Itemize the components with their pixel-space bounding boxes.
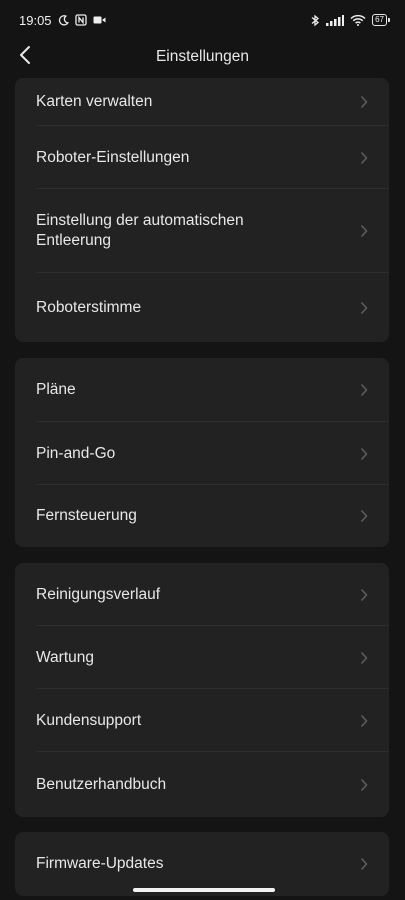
bluetooth-icon: [311, 14, 320, 27]
settings-group-map-robot: Karten verwalten Roboter-Einstellungen E…: [15, 78, 389, 342]
settings-item-automatische-entleerung[interactable]: Einstellung der automatischen Entleerung: [15, 189, 389, 273]
settings-item-label: Pin-and-Go: [36, 444, 116, 462]
settings-group-support: Reinigungsverlauf Wartung Kundensupport …: [15, 563, 389, 817]
settings-item-label: Einstellung der automatischen Entleerung: [36, 212, 244, 249]
status-time: 19:05: [19, 12, 52, 28]
settings-item-label: Kundensupport: [36, 711, 142, 729]
settings-item-benutzerhandbuch[interactable]: Benutzerhandbuch: [15, 752, 389, 817]
settings-item-label: Roboterstimme: [36, 298, 142, 316]
status-bar-right: 67: [311, 14, 390, 27]
settings-item-label: Karten verwalten: [36, 93, 153, 110]
settings-item-label: Reinigungsverlauf: [36, 585, 161, 603]
header: Einstellungen: [0, 40, 405, 74]
settings-item-firmware-updates[interactable]: Firmware-Updates: [15, 832, 389, 896]
settings-item-roboter-einstellungen[interactable]: Roboter-Einstellungen: [15, 126, 389, 189]
chevron-right-icon: [360, 588, 370, 602]
home-indicator[interactable]: [133, 888, 275, 892]
settings-item-label: Roboter-Einstellungen: [36, 148, 190, 166]
chevron-right-icon: [360, 383, 370, 397]
settings-item-karten-verwalten[interactable]: Karten verwalten: [15, 78, 389, 126]
chevron-left-icon: [19, 45, 31, 70]
moon-icon: [58, 14, 69, 26]
chevron-right-icon: [360, 651, 370, 665]
settings-item-reinigungsverlauf[interactable]: Reinigungsverlauf: [15, 563, 389, 626]
settings-item-fernsteuerung[interactable]: Fernsteuerung: [15, 485, 389, 547]
chevron-right-icon: [360, 509, 370, 523]
settings-item-roboterstimme[interactable]: Roboterstimme: [15, 273, 389, 342]
chevron-right-icon: [360, 447, 370, 461]
page-title: Einstellungen: [155, 48, 250, 65]
chevron-right-icon: [360, 95, 370, 109]
settings-group-control: Pläne Pin-and-Go Fernsteuerung: [15, 358, 389, 547]
settings-item-kundensupport[interactable]: Kundensupport: [15, 689, 389, 752]
battery-icon: 67: [372, 14, 390, 26]
nfc-icon: [74, 14, 87, 26]
settings-item-pin-and-go[interactable]: Pin-and-Go: [15, 422, 389, 485]
wifi-icon: [350, 14, 366, 26]
chevron-right-icon: [360, 857, 370, 871]
settings-group-firmware: Firmware-Updates: [15, 832, 389, 896]
back-button[interactable]: [10, 42, 40, 72]
settings-item-label: Wartung: [36, 648, 95, 666]
chevron-right-icon: [360, 714, 370, 728]
settings-item-label: Benutzerhandbuch: [36, 775, 167, 793]
settings-item-plaene[interactable]: Pläne: [15, 358, 389, 422]
signal-icon: [326, 14, 345, 26]
status-bar-left: 19:05: [19, 13, 106, 28]
video-icon: [93, 15, 106, 25]
settings-item-label: Firmware-Updates: [36, 855, 164, 872]
chevron-right-icon: [360, 778, 370, 792]
settings-item-label: Pläne: [36, 381, 76, 398]
settings-item-wartung[interactable]: Wartung: [15, 626, 389, 689]
chevron-right-icon: [360, 151, 370, 165]
chevron-right-icon: [360, 301, 370, 315]
settings-item-label: Fernsteuerung: [36, 507, 137, 524]
chevron-right-icon: [360, 224, 370, 238]
status-bar: 19:05 67: [0, 0, 405, 40]
